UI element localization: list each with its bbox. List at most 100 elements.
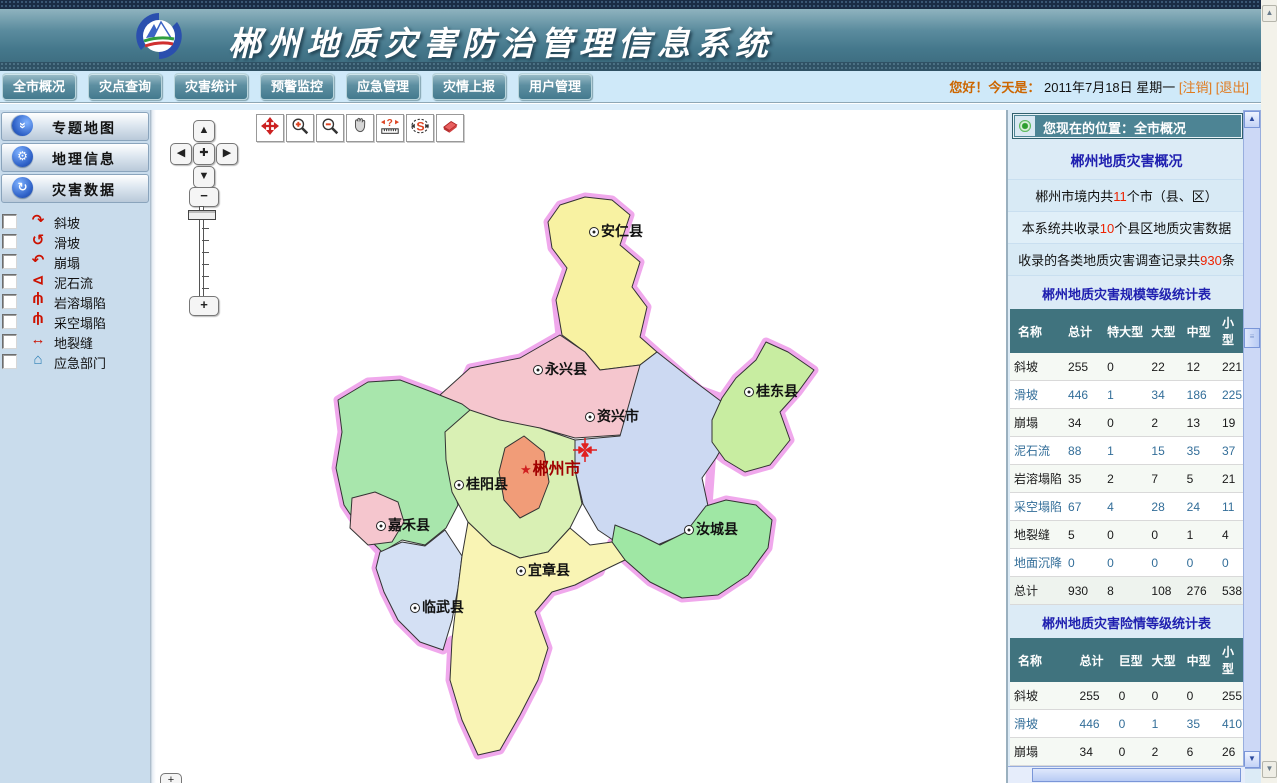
pan-right-button[interactable]: ▶ xyxy=(216,143,238,165)
location-bar: 您现在的位置：全市概况 xyxy=(1012,113,1243,139)
layer-label: 斜坡 xyxy=(54,213,80,232)
panel-vertical-scrollbar[interactable]: ▲ ≡ ▼ xyxy=(1243,110,1261,769)
pan-tool-button[interactable] xyxy=(256,114,284,142)
layer-checkbox-崩塌[interactable] xyxy=(2,254,17,269)
value-cell: 0 xyxy=(1118,710,1151,738)
nav-tab-7[interactable]: 用户管理 xyxy=(518,73,592,100)
nav-tab-4[interactable]: 预警监控 xyxy=(260,73,334,100)
value-cell: 255 xyxy=(1079,682,1118,710)
zoom-tick xyxy=(202,264,209,265)
zoom-out-button[interactable] xyxy=(316,114,344,142)
column-header-大型: 大型 xyxy=(1150,309,1185,353)
sidebar-section-专题地图[interactable]: »专题地图 xyxy=(1,112,149,141)
value-cell: 2 xyxy=(1151,738,1186,766)
scroll-down-button[interactable]: ▼ xyxy=(1244,751,1260,768)
collapse-icon: ↶ xyxy=(28,251,48,269)
exit-link[interactable]: [退出] xyxy=(1216,80,1249,95)
pan-center-button[interactable]: ✚ xyxy=(193,143,215,165)
place-marker-icon xyxy=(589,227,599,237)
scroll-thumb[interactable]: ≡ xyxy=(1244,328,1260,348)
page-scrollbar[interactable]: ▲ ▼ xyxy=(1261,0,1277,783)
value-cell: 0 xyxy=(1151,682,1186,710)
nav-tab-1[interactable]: 全市概况 xyxy=(2,73,76,100)
value-cell: 0 xyxy=(1150,521,1185,549)
panel-horizontal-scrollbar[interactable] xyxy=(1008,766,1245,783)
logout-link[interactable]: [注销] xyxy=(1179,80,1212,95)
zoom-tick xyxy=(202,276,209,277)
zoom-slider-thumb[interactable] xyxy=(188,210,216,220)
pan-down-button[interactable]: ▼ xyxy=(193,166,215,188)
map-region-yizhang[interactable] xyxy=(450,522,625,755)
overview-title: 郴州地质灾害概况 xyxy=(1008,139,1245,180)
layer-checkbox-泥石流[interactable] xyxy=(2,274,17,289)
zoom-in-button[interactable] xyxy=(286,114,314,142)
page-scroll-down-button[interactable]: ▼ xyxy=(1262,761,1277,778)
zoom-out-step-button[interactable]: − xyxy=(189,187,219,207)
danger-table-row-崩塌: 崩塌3402626 xyxy=(1010,738,1243,766)
zoom-in-step-button[interactable]: + xyxy=(189,296,219,316)
location-text: 您现在的位置：全市概况 xyxy=(1043,118,1186,137)
row-name-cell: 滑坡 xyxy=(1010,381,1067,409)
layer-checkbox-岩溶塌陷[interactable] xyxy=(2,294,17,309)
layer-checkbox-斜坡[interactable] xyxy=(2,214,17,229)
measure-distance-button[interactable]: ? xyxy=(376,114,404,142)
layer-checkbox-应急部门[interactable] xyxy=(2,354,17,369)
column-header-中型: 中型 xyxy=(1186,638,1221,682)
horizontal-scroll-thumb[interactable] xyxy=(1032,768,1241,782)
zoom-in-icon xyxy=(291,117,309,140)
zoom-tick xyxy=(202,288,209,289)
layer-label: 应急部门 xyxy=(54,353,106,372)
eraser-icon xyxy=(441,117,459,140)
hand-icon xyxy=(351,117,369,140)
place-marker-icon xyxy=(410,603,420,613)
layer-checkbox-采空塌陷[interactable] xyxy=(2,314,17,329)
map-viewport[interactable]: 安仁县永兴县资兴市桂东县★郴州市桂阳县嘉禾县汝城县宜章县临武县 ▲ ◀ ✚ ▶ … xyxy=(156,110,1006,783)
clear-button[interactable] xyxy=(436,114,464,142)
nav-tabs: 全市概况灾点查询灾害统计预警监控应急管理灾情上报用户管理 xyxy=(2,73,592,100)
nav-tab-5[interactable]: 应急管理 xyxy=(346,73,420,100)
column-header-中型: 中型 xyxy=(1186,309,1221,353)
stat-text: 条 xyxy=(1222,253,1235,268)
column-header-大型: 大型 xyxy=(1151,638,1186,682)
value-cell: 446 xyxy=(1067,381,1106,409)
value-cell: 5 xyxy=(1067,521,1106,549)
layer-label: 地裂缝 xyxy=(54,333,93,352)
sidebar-section-灾害数据[interactable]: ↻灾害数据 xyxy=(1,174,149,203)
sidebar-section-地理信息[interactable]: ⚙地理信息 xyxy=(1,143,149,172)
district-map[interactable] xyxy=(156,110,1006,783)
pan-up-button[interactable]: ▲ xyxy=(193,120,215,142)
svg-text:S: S xyxy=(416,119,424,133)
zoom-slider-track[interactable] xyxy=(199,206,204,300)
double-chevron-down-icon: » xyxy=(12,115,33,136)
layer-row-地裂缝: ↔地裂缝 xyxy=(2,331,150,351)
map-label-嘉禾县: 嘉禾县 xyxy=(376,515,430,535)
layer-row-岩溶塌陷: ψ岩溶塌陷 xyxy=(2,291,150,311)
value-cell: 34 xyxy=(1150,381,1185,409)
system-title: 郴州地质灾害防治管理信息系统 xyxy=(228,17,928,65)
danger-table-row-斜坡: 斜坡255000255 xyxy=(1010,682,1243,710)
value-cell: 67 xyxy=(1067,493,1106,521)
layer-label: 滑坡 xyxy=(54,233,80,252)
row-name-cell: 地面沉降 xyxy=(1010,549,1067,577)
map-region-guidong[interactable] xyxy=(712,342,814,472)
map-toolbar: ?S xyxy=(256,114,464,142)
layer-checkbox-地裂缝[interactable] xyxy=(2,334,17,349)
partial-zoom-button[interactable]: + xyxy=(160,773,182,783)
row-name-cell: 斜坡 xyxy=(1010,682,1079,710)
value-cell: 13 xyxy=(1186,409,1221,437)
pan-left-button[interactable]: ◀ xyxy=(170,143,192,165)
value-cell: 0 xyxy=(1106,521,1150,549)
nav-tab-3[interactable]: 灾害统计 xyxy=(174,73,248,100)
nav-tab-6[interactable]: 灾情上报 xyxy=(432,73,506,100)
scale-tool-button[interactable]: S xyxy=(406,114,434,142)
tools-icon: ⚙ xyxy=(12,146,33,167)
column-header-巨型: 巨型 xyxy=(1118,638,1151,682)
nav-tab-2[interactable]: 灾点查询 xyxy=(88,73,162,100)
page-scroll-up-button[interactable]: ▲ xyxy=(1262,5,1277,22)
identify-tool-button[interactable] xyxy=(346,114,374,142)
value-cell: 1 xyxy=(1186,521,1221,549)
place-marker-icon xyxy=(376,521,386,531)
sidebar-sections: »专题地图⚙地理信息↻灾害数据 xyxy=(0,112,150,203)
layer-checkbox-滑坡[interactable] xyxy=(2,234,17,249)
scroll-up-button[interactable]: ▲ xyxy=(1244,111,1260,128)
